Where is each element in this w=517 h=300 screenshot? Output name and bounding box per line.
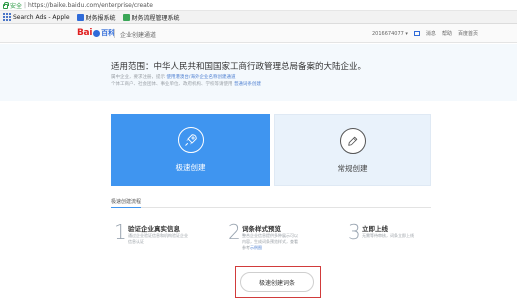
scope-banner: 适用范围：中华人民共和国国家工商行政管理总局备案的大陆企业。 属中企业，要求注册… bbox=[0, 44, 517, 101]
step-title: 验证企业真实信息 bbox=[128, 225, 180, 233]
fast-create-label: 极速创建 bbox=[175, 163, 206, 172]
bookmark-search-ads[interactable]: Search Ads - Apple bbox=[3, 13, 70, 21]
step-desc: 参考示例图 bbox=[242, 245, 262, 251]
url-separator: | bbox=[24, 1, 27, 9]
process-title: 极速创建流程 bbox=[111, 199, 142, 205]
page-title: 企业创建通道 bbox=[120, 32, 157, 39]
rocket-icon bbox=[177, 127, 204, 153]
scope-line-text: 属中企业，要求注册，提示 bbox=[111, 75, 167, 80]
lock-icon bbox=[3, 1, 9, 9]
baike-logo[interactable]: Bai 百科 bbox=[77, 28, 115, 38]
apps-grid-icon bbox=[3, 13, 11, 21]
create-mode-cards: 极速创建 常规创建 bbox=[111, 114, 431, 186]
address-bar[interactable]: 安全 | https://baike.baidu.com/enterprise/… bbox=[0, 0, 517, 11]
step-desc-text: 参考 bbox=[242, 245, 250, 250]
step-number: 1 bbox=[114, 220, 127, 244]
paw-icon bbox=[93, 29, 101, 37]
overseas-channel-link[interactable]: 使用港澳台/海外企业名称创建通道 bbox=[166, 75, 235, 80]
normal-entry-link[interactable]: 普通词条创建 bbox=[234, 82, 261, 87]
scope-line-text: 个体工商户、社会团体、事业单位、政府机构、学校等请使用 bbox=[111, 82, 234, 87]
step-title: 立即上线 bbox=[362, 225, 388, 233]
bookmarks-bar: Search Ads - Apple 财务报系统 财务流程管理系统 bbox=[0, 11, 517, 24]
scope-line-2: 个体工商户、社会团体、事业单位、政府机构、学校等请使用 普通词条创建 bbox=[111, 81, 261, 87]
pencil-icon bbox=[339, 128, 366, 154]
scope-title: 适用范围：中华人民共和国国家工商行政管理总局备案的大陆企业。 bbox=[111, 62, 367, 72]
bookmark-green-icon bbox=[122, 13, 130, 21]
url-text[interactable]: https://baike.baidu.com/enterprise/creat… bbox=[28, 2, 153, 9]
message-icon[interactable] bbox=[413, 31, 420, 36]
header-user-nav: 2016674077 ▾ 消息 帮助 百度首页 bbox=[372, 30, 484, 38]
step-title: 词条样式预览 bbox=[242, 225, 281, 233]
example-image-link[interactable]: 示例图 bbox=[250, 245, 262, 250]
step-number: 2 bbox=[228, 220, 241, 244]
step-desc: 无需等待审核，词条立即上线 bbox=[362, 233, 414, 238]
bookmark-label: 财务流程管理系统 bbox=[131, 14, 180, 22]
bookmark-finance-process[interactable]: 财务流程管理系统 bbox=[122, 13, 180, 22]
baidu-home-link[interactable]: 百度首页 bbox=[458, 30, 478, 37]
normal-create-card[interactable]: 常规创建 bbox=[274, 114, 431, 186]
bookmark-icon bbox=[76, 13, 84, 21]
messages-link[interactable]: 消息 bbox=[426, 30, 436, 37]
help-link[interactable]: 帮助 bbox=[442, 30, 452, 37]
site-header: Bai 百科 企业创建通道 2016674077 ▾ 消息 帮助 百度首页 bbox=[0, 24, 517, 43]
user-account-menu[interactable]: 2016674077 ▾ bbox=[372, 31, 408, 37]
fast-create-entry-button[interactable]: 极速创建词条 bbox=[240, 272, 314, 292]
step-number: 3 bbox=[348, 220, 361, 244]
header-divider bbox=[114, 29, 115, 38]
scope-line-1: 属中企业，要求注册，提示 使用港澳台/海外企业名称创建通道 bbox=[111, 74, 235, 80]
normal-create-label: 常规创建 bbox=[337, 164, 368, 173]
step-desc: 信息认证 bbox=[128, 239, 144, 244]
bookmark-finance-report[interactable]: 财务报系统 bbox=[76, 13, 116, 22]
fast-create-card[interactable]: 极速创建 bbox=[111, 114, 270, 186]
bookmark-label: Search Ads - Apple bbox=[13, 13, 70, 21]
logo-text: Bai bbox=[77, 28, 93, 38]
bookmark-label: 财务报系统 bbox=[85, 14, 116, 22]
process-divider bbox=[111, 207, 431, 208]
secure-label: 安全 bbox=[10, 2, 23, 10]
